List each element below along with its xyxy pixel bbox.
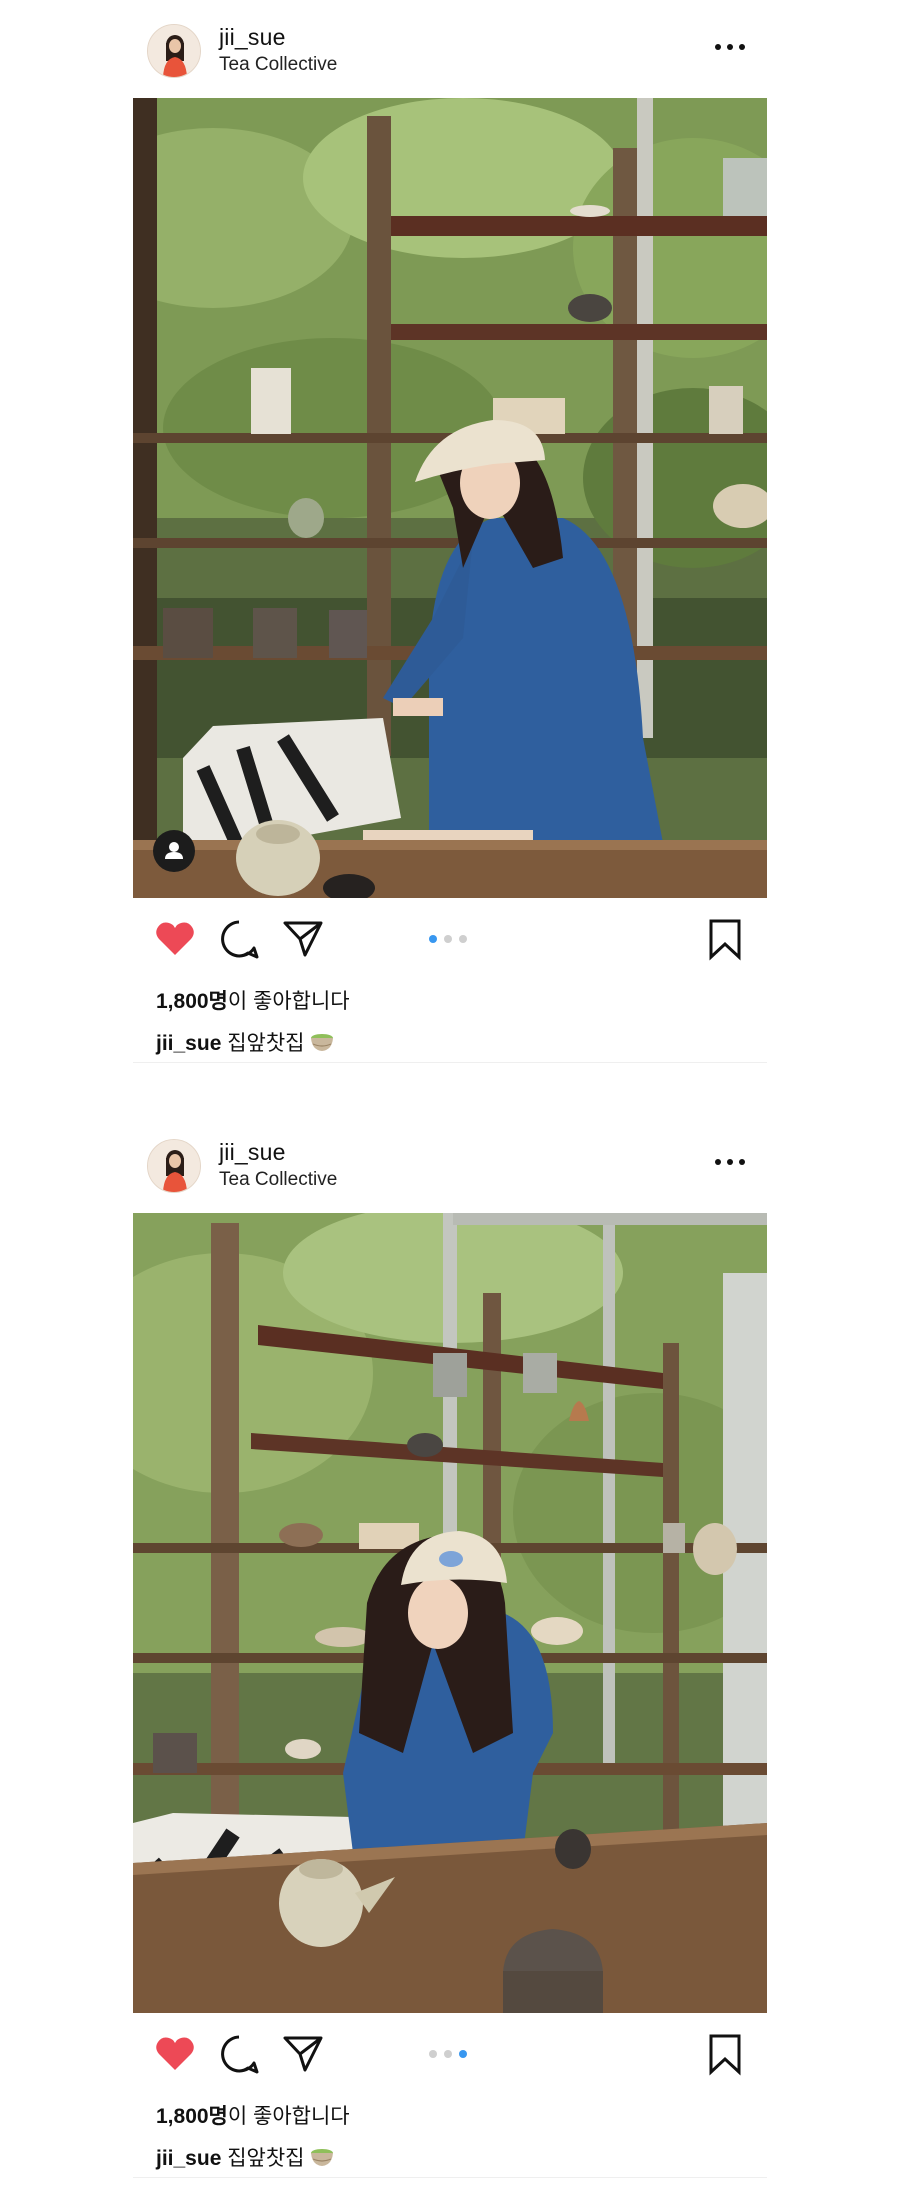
post-header: jii_sue Tea Collective [133,0,767,100]
carousel-dot [444,2050,452,2058]
post-divider [133,1062,767,1063]
post-username[interactable]: jii_sue [219,24,286,51]
carousel-dot [429,2050,437,2058]
post-caption: jii_sue 집앞찻집 [156,1027,335,1060]
post-caption: jii_sue 집앞찻집 [156,2142,335,2175]
likes-number: 1,800명 [156,2105,228,2128]
carousel-dot [459,2050,467,2058]
carousel-indicator [429,935,475,945]
post-location[interactable]: Tea Collective [219,54,337,76]
more-options-icon[interactable] [715,1159,745,1169]
share-icon[interactable] [281,2032,325,2076]
post-header: jii_sue Tea Collective [133,1115,767,1215]
like-heart-icon[interactable] [153,917,197,961]
tagged-users-icon[interactable] [153,830,195,872]
post-username[interactable]: jii_sue [219,1139,286,1166]
share-icon[interactable] [281,917,325,961]
avatar[interactable] [147,1139,201,1193]
likes-number: 1,800명 [156,990,228,1013]
likes-count[interactable]: 1,800명이 좋아합니다 [156,985,350,1015]
post-actions [133,917,767,977]
more-options-icon[interactable] [715,44,745,54]
caption-username[interactable]: jii_sue [156,1032,221,1055]
post-actions [133,2032,767,2092]
post-location[interactable]: Tea Collective [219,1169,337,1191]
like-heart-icon[interactable] [153,2032,197,2076]
carousel-indicator [429,2050,475,2060]
likes-suffix: 이 좋아합니다 [227,990,350,1013]
carousel-dot [459,935,467,943]
likes-suffix: 이 좋아합니다 [227,2105,350,2128]
post-photo[interactable] [133,98,767,898]
bookmark-icon[interactable] [703,2032,747,2076]
post-photo[interactable] [133,1213,767,2013]
caption-text: 집앞찻집 [227,2147,305,2170]
post-divider [133,2177,767,2178]
carousel-dot [429,935,437,943]
avatar[interactable] [147,24,201,78]
caption-username[interactable]: jii_sue [156,2147,221,2170]
matcha-tea-icon [309,2145,335,2175]
comment-icon[interactable] [217,2032,261,2076]
likes-count[interactable]: 1,800명이 좋아합니다 [156,2100,350,2130]
caption-text: 집앞찻집 [227,1032,305,1055]
carousel-dot [444,935,452,943]
matcha-tea-icon [309,1030,335,1060]
comment-icon[interactable] [217,917,261,961]
bookmark-icon[interactable] [703,917,747,961]
